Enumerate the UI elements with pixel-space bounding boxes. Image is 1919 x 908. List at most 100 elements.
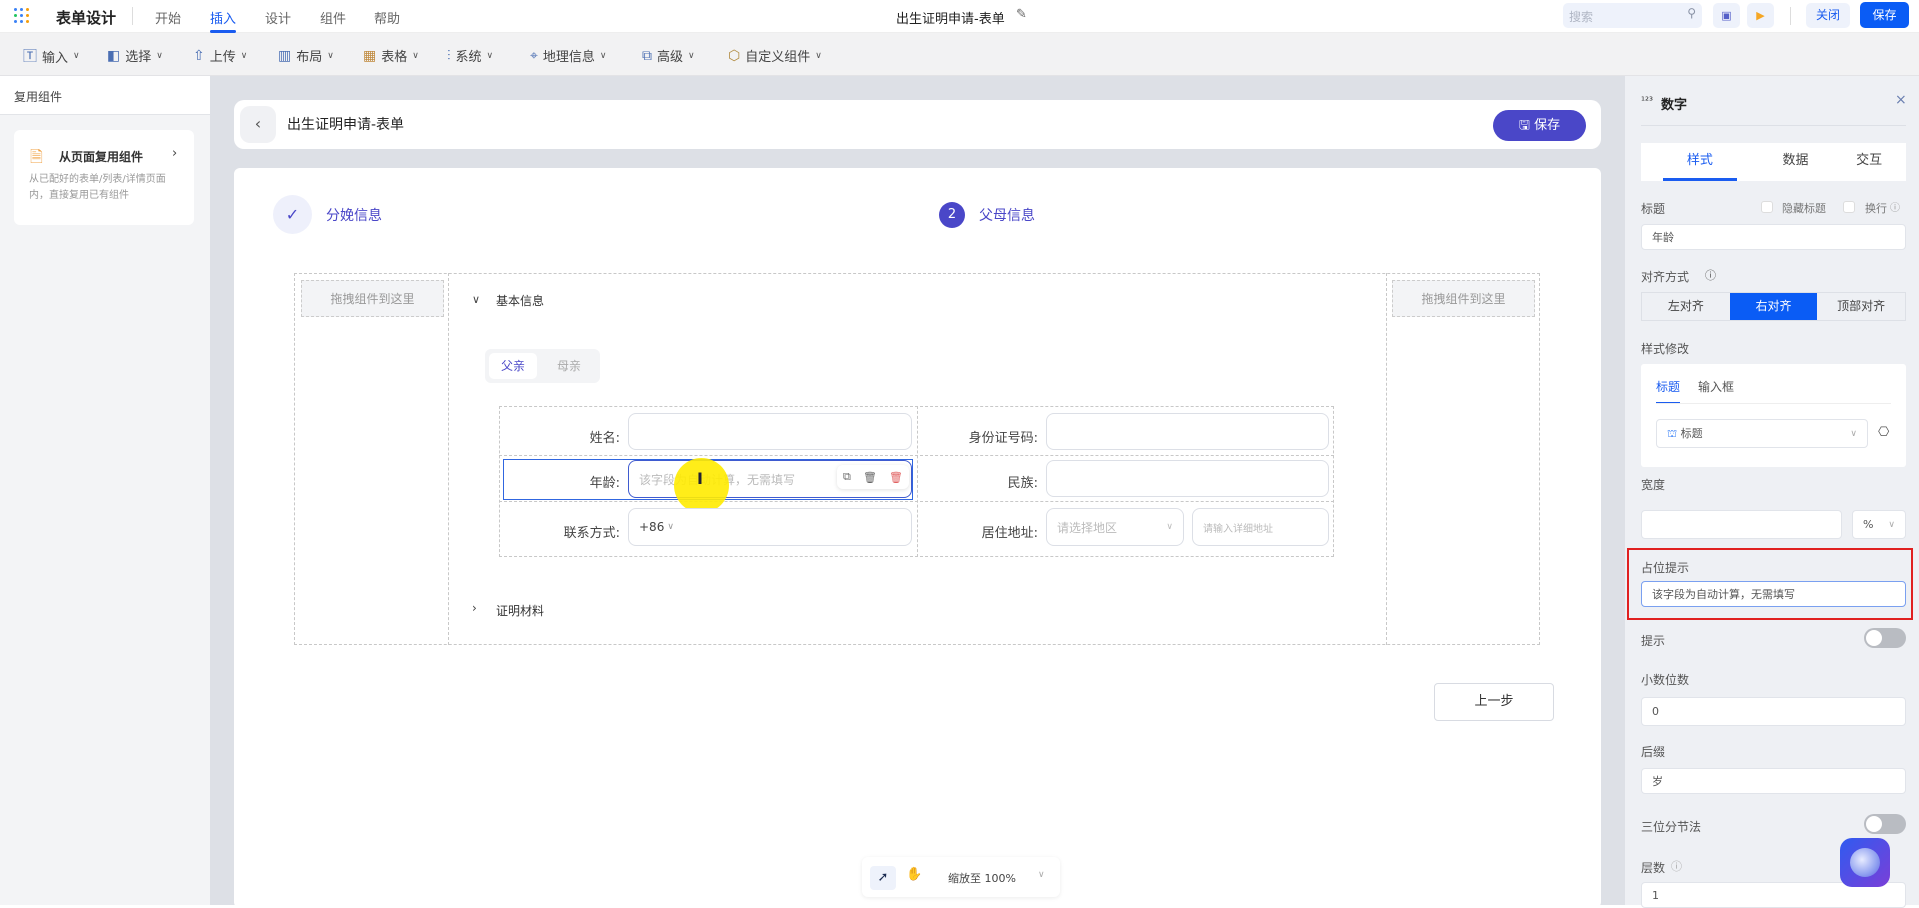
toolbar-table[interactable]: ▦ 表格 ∨ xyxy=(363,46,419,66)
chevron-down-icon: ∨ xyxy=(688,50,695,61)
chevron-down-icon: ∨ xyxy=(486,50,494,61)
width-unit-select[interactable]: % ∨ xyxy=(1852,510,1906,539)
toolbar-advanced[interactable]: ⧉ 高级 ∨ xyxy=(642,46,695,66)
ethnicity-input[interactable] xyxy=(1046,460,1329,497)
toolbar-label: 表格 xyxy=(381,50,408,65)
wrap-checkbox[interactable] xyxy=(1843,201,1855,213)
drop-zone-left[interactable]: 拖拽组件到这里 xyxy=(301,280,444,317)
hide-title-checkbox[interactable] xyxy=(1761,201,1773,213)
edit-pencil-icon[interactable]: ✎ xyxy=(1016,7,1027,22)
search-input[interactable]: 搜索 ⚲ xyxy=(1563,3,1702,28)
toolbar-system[interactable]: ⫶ 系统 ∨ xyxy=(447,46,494,66)
toolbar-custom[interactable]: ⬡ 自定义组件 ∨ xyxy=(728,46,822,66)
width-input[interactable] xyxy=(1641,510,1842,539)
style-tab-title[interactable]: 标题 xyxy=(1656,378,1681,404)
chevron-down-icon: ∨ xyxy=(667,522,674,532)
width-unit: % xyxy=(1863,518,1874,531)
align-top[interactable]: 顶部对齐 xyxy=(1817,293,1905,320)
copy-icon[interactable]: ⧉ xyxy=(843,470,851,484)
play-icon[interactable]: ▶ xyxy=(1747,3,1774,28)
save-button[interactable]: 保存 xyxy=(1860,2,1909,28)
text-cursor-icon: I xyxy=(697,469,703,488)
help-icon[interactable]: ⓘ xyxy=(1890,199,1900,214)
title-input[interactable]: 年龄 xyxy=(1641,224,1906,250)
chevron-down-icon[interactable]: ∨ xyxy=(472,293,480,306)
suffix-label: 后缀 xyxy=(1641,745,1666,759)
left-column xyxy=(294,273,449,645)
suffix-value: 岁 xyxy=(1652,775,1663,788)
chevron-right-icon[interactable]: › xyxy=(472,601,477,615)
step-done-check-icon: ✓ xyxy=(273,195,312,234)
step-1-label[interactable]: 分娩信息 xyxy=(326,205,382,225)
tab-mother[interactable]: 母亲 xyxy=(545,353,593,379)
menu-insert[interactable]: 插入 xyxy=(210,8,237,33)
style-select[interactable]: ⛫ 标题 ∨ xyxy=(1656,419,1868,448)
left-panel: 复用组件 🗎 从页面复用组件 › 从已配好的表单/列表/详情页面内，直接复用已有… xyxy=(0,76,210,905)
toolbar-input[interactable]: 🅃 输入 ∨ xyxy=(23,46,80,66)
hand-tool-icon[interactable]: ✋ xyxy=(906,867,922,882)
page-save-button[interactable]: 🖫 保存 xyxy=(1493,110,1586,141)
align-left[interactable]: 左对齐 xyxy=(1642,293,1730,320)
detail-placeholder: 请输入详细地址 xyxy=(1203,523,1273,535)
section-documents[interactable]: 证明材料 xyxy=(496,602,544,619)
region-select[interactable]: 请选择地区 ∨ xyxy=(1046,508,1184,546)
detail-address-input[interactable]: 请输入详细地址 xyxy=(1192,508,1329,546)
previous-step-button[interactable]: 上一步 xyxy=(1434,683,1554,721)
divider xyxy=(1656,403,1891,404)
name-input[interactable] xyxy=(628,413,912,450)
save-icon: 🖫 xyxy=(1518,118,1535,133)
tab-father[interactable]: 父亲 xyxy=(489,353,537,379)
zoom-level[interactable]: 缩放至 100% xyxy=(948,870,1016,886)
menu-component[interactable]: 组件 xyxy=(320,8,346,27)
chevron-down-icon[interactable]: ∨ xyxy=(1038,870,1045,880)
thousands-toggle[interactable] xyxy=(1864,814,1906,834)
ethnicity-label: 民族: xyxy=(1007,476,1038,491)
help-icon[interactable]: ⓘ xyxy=(1671,858,1682,874)
help-icon[interactable]: ⓘ xyxy=(1705,267,1716,283)
remove-icon[interactable]: 🗑 xyxy=(889,471,903,484)
delete-icon[interactable]: 🗑 xyxy=(863,471,877,484)
close-icon[interactable]: × xyxy=(1895,92,1907,108)
id-number-input[interactable] xyxy=(1046,413,1329,450)
style-tab-input[interactable]: 输入框 xyxy=(1698,378,1734,395)
phone-input[interactable]: +86 ∨ xyxy=(628,508,912,546)
decimals-value: 0 xyxy=(1652,705,1659,718)
toolbar-label: 高级 xyxy=(657,50,684,65)
search-icon: ⚲ xyxy=(1687,6,1696,20)
ai-assistant-button[interactable] xyxy=(1840,838,1890,887)
align-right[interactable]: 右对齐 xyxy=(1729,293,1818,320)
menu-help[interactable]: 帮助 xyxy=(374,8,400,27)
tab-data[interactable]: 数据 xyxy=(1759,143,1833,181)
chevron-down-icon: ∨ xyxy=(240,50,248,61)
toolbar-upload[interactable]: ⇧ 上传 ∨ xyxy=(193,46,248,66)
preview-icon[interactable]: ▣ xyxy=(1713,3,1740,28)
tab-style[interactable]: 样式 xyxy=(1663,143,1737,181)
chevron-down-icon: ∨ xyxy=(327,50,334,61)
app-grid-icon[interactable] xyxy=(14,8,30,24)
suffix-input[interactable]: 岁 xyxy=(1641,768,1906,794)
toolbar-layout[interactable]: ▥ 布局 ∨ xyxy=(278,46,334,66)
tab-interaction[interactable]: 交互 xyxy=(1832,143,1906,181)
menu-start[interactable]: 开始 xyxy=(155,8,181,27)
reuse-component-card[interactable]: 🗎 从页面复用组件 › 从已配好的表单/列表/详情页面内，直接复用已有组件 xyxy=(14,130,194,225)
close-button[interactable]: 关闭 xyxy=(1806,3,1850,28)
hint-toggle[interactable] xyxy=(1864,628,1906,648)
region-placeholder: 请选择地区 xyxy=(1057,520,1118,535)
back-button[interactable]: ‹ xyxy=(240,106,276,143)
settings-icon[interactable]: ⎔ xyxy=(1878,425,1889,440)
step-2-label[interactable]: 父母信息 xyxy=(979,205,1035,225)
section-basic-info[interactable]: 基本信息 xyxy=(496,292,544,309)
placeholder-input[interactable]: 该字段为自动计算，无需填写 xyxy=(1641,581,1906,607)
chevron-down-icon: ∨ xyxy=(73,51,80,61)
chevron-down-icon: ∨ xyxy=(1888,519,1895,530)
decimals-input[interactable]: 0 xyxy=(1641,697,1906,726)
menu-design[interactable]: 设计 xyxy=(265,8,291,27)
toolbar-label: 系统 xyxy=(455,50,482,65)
pointer-tool-icon[interactable]: ➚ xyxy=(870,866,896,890)
drop-zone-right[interactable]: 拖拽组件到这里 xyxy=(1392,280,1535,317)
step-2-number: 2 xyxy=(939,202,965,228)
hint-label: 提示 xyxy=(1641,634,1666,648)
toolbar-select[interactable]: ◧ 选择 ∨ xyxy=(107,46,163,66)
toolbar-geo[interactable]: ⌖ 地理信息 ∨ xyxy=(530,46,607,66)
property-panel: ¹²³ 数字 × 样式 数据 交互 标题 隐藏标题 换行 ⓘ 年龄 对齐方式 ⓘ… xyxy=(1625,76,1919,908)
